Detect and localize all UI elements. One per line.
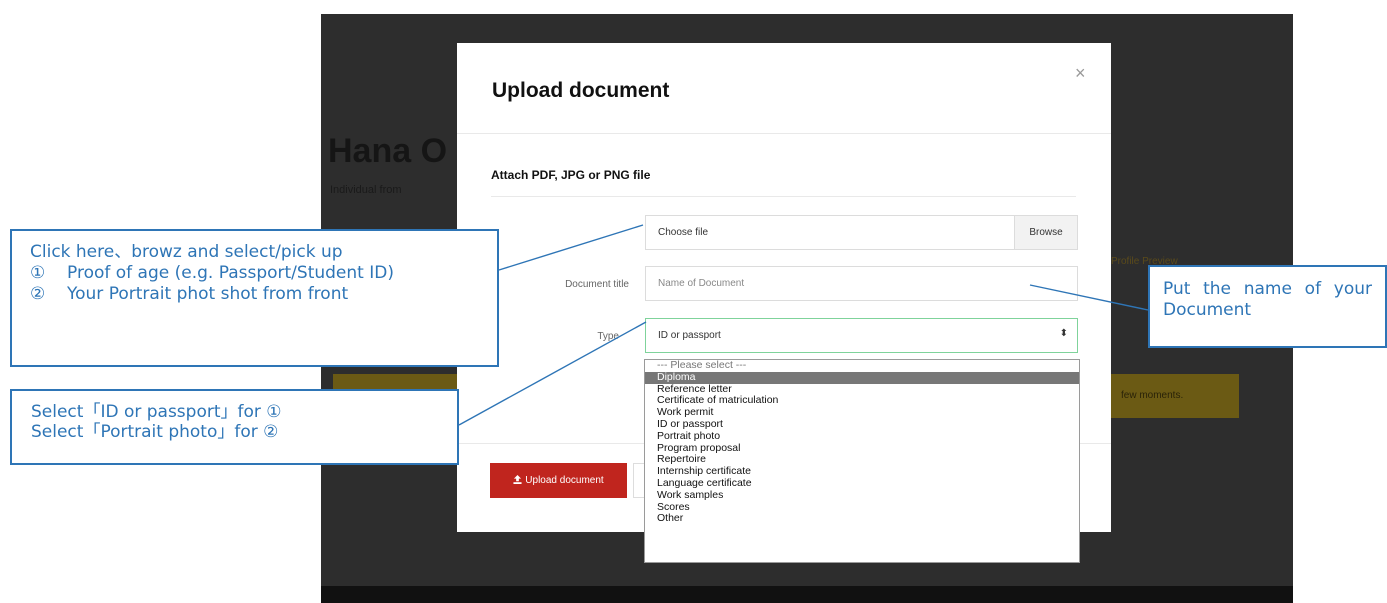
callout-file-item1: ① Proof of age (e.g. Passport/Student ID… <box>30 263 479 284</box>
callout-type-line1: Select「ID or passport」for ① <box>31 402 282 422</box>
annotation-line-file <box>498 224 644 271</box>
callout-type-instructions: Select「ID or passport」for ① Select「Portr… <box>10 389 459 465</box>
callout-item1-number: ① <box>30 263 46 283</box>
callout-item1-text: Proof of age (e.g. Passport/Student ID) <box>67 263 394 283</box>
annotation-line-title <box>1029 284 1149 311</box>
callout-title-instructions: Put the name of your Document <box>1148 265 1387 348</box>
callout-title-text: Put the name of your Document <box>1163 279 1372 320</box>
callout-item2-number: ② <box>30 284 46 304</box>
callout-file-item2: ② Your Portrait phot shot from front <box>30 284 479 305</box>
callout-type-line2: Select「Portrait photo」for ② <box>31 422 279 442</box>
callout-item2-text: Your Portrait phot shot from front <box>67 284 349 304</box>
callout-file-line1: Click here、browz and select/pick up <box>30 242 343 262</box>
callout-file-instructions: Click here、browz and select/pick up ① Pr… <box>10 229 499 367</box>
